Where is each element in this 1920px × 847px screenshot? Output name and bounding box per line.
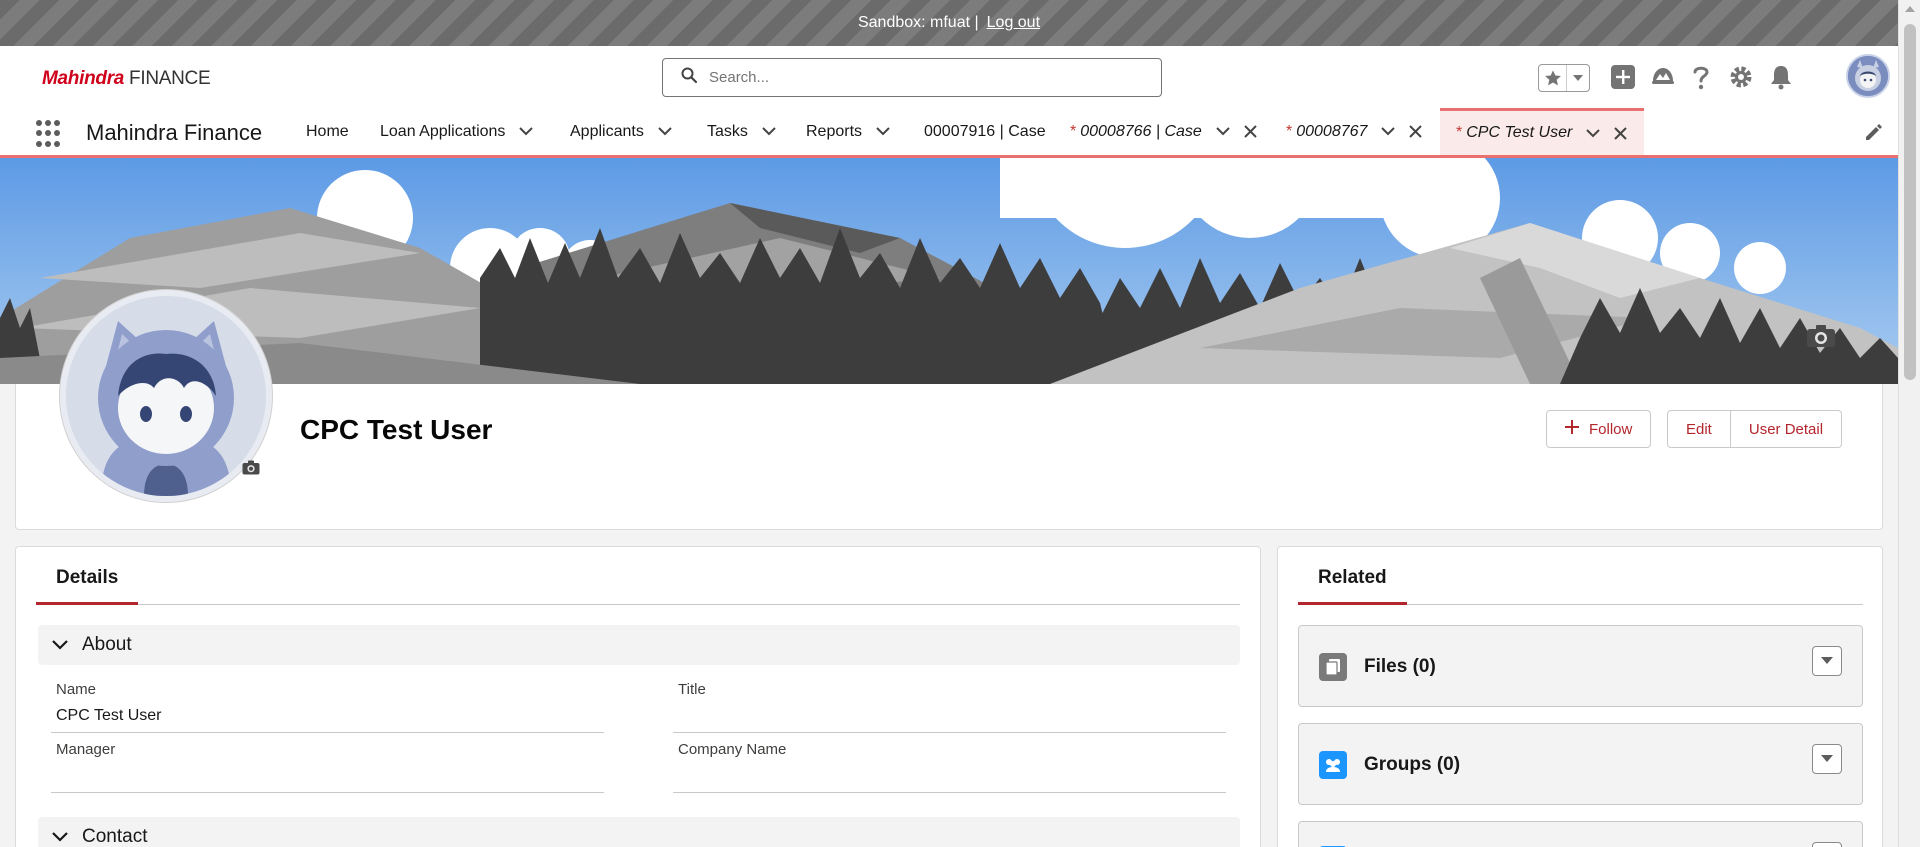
related-list-next (1298, 821, 1863, 847)
global-search[interactable] (662, 58, 1162, 97)
files-icon (1319, 653, 1347, 681)
favorites-dropdown-icon[interactable] (1567, 65, 1589, 91)
search-icon (681, 67, 698, 88)
user-avatar-icon[interactable] (1846, 54, 1890, 98)
chevron-down-icon[interactable] (1216, 125, 1230, 139)
section-contact[interactable]: Contact (38, 817, 1240, 847)
related-list-title[interactable]: Groups (0) (1364, 754, 1460, 776)
related-list-menu-button[interactable] (1812, 744, 1842, 774)
related-list-menu-button[interactable] (1812, 842, 1842, 847)
workspace-tab-case-00008766[interactable]: * 00008766 | Case (1070, 108, 1258, 155)
plus-icon (1565, 420, 1579, 438)
profile-name: CPC Test User (300, 414, 493, 445)
banner-camera-icon[interactable] (1806, 324, 1836, 348)
scroll-up-icon[interactable] (1905, 6, 1915, 12)
favorites-button[interactable] (1538, 64, 1590, 92)
nav-item-reports[interactable]: Reports (806, 108, 890, 155)
related-list-menu-button[interactable] (1812, 646, 1842, 676)
field-name: Name CPC Test User (51, 677, 604, 733)
field-title: Title (673, 677, 1226, 733)
profile-avatar (60, 290, 272, 502)
global-header: Mahindra FINANCE (0, 46, 1898, 108)
trailhead-icon[interactable] (1648, 62, 1678, 92)
user-detail-button[interactable]: User Detail (1730, 410, 1843, 448)
chevron-down-icon[interactable] (658, 125, 672, 139)
setup-gear-icon[interactable] (1726, 62, 1756, 92)
page-scrollbar[interactable] (1898, 0, 1920, 847)
profile-header-card (15, 384, 1883, 530)
details-tab-strip: Details (36, 547, 1240, 605)
groups-icon (1319, 751, 1347, 779)
close-icon[interactable] (1614, 126, 1628, 140)
chevron-down-icon[interactable] (1586, 126, 1601, 140)
section-about[interactable]: About (38, 625, 1240, 665)
sandbox-bar: Sandbox: mfuat | Log out (0, 0, 1898, 46)
app-nav-bar: Mahindra Finance Home Loan Applications … (0, 108, 1898, 158)
related-panel: Related Files (0) Groups (0) (1277, 546, 1883, 847)
scrollbar-thumb[interactable] (1904, 24, 1916, 380)
profile-actions: Edit User Detail (1667, 410, 1843, 448)
field-company-name: Company Name (673, 737, 1226, 793)
nav-item-case-00007916[interactable]: 00007916 | Case (924, 108, 1046, 155)
close-icon[interactable] (1244, 125, 1258, 139)
nav-item-applicants[interactable]: Applicants (570, 108, 672, 155)
chevron-down-icon[interactable] (876, 125, 890, 139)
chevron-down-icon[interactable] (762, 125, 776, 139)
related-list-groups: Groups (0) (1298, 723, 1863, 805)
help-icon[interactable] (1686, 62, 1716, 92)
chevron-down-icon[interactable] (1381, 125, 1396, 139)
company-logo[interactable]: Mahindra FINANCE (42, 68, 211, 90)
chevron-down-icon (52, 634, 68, 656)
nav-item-home[interactable]: Home (306, 108, 349, 155)
app-launcher-icon[interactable] (36, 120, 64, 148)
nav-item-tasks[interactable]: Tasks (707, 108, 776, 155)
edit-nav-pencil-icon[interactable] (1864, 124, 1882, 142)
profile-banner-image (0, 158, 1898, 384)
chevron-down-icon (52, 826, 68, 847)
logout-link[interactable]: Log out (987, 14, 1040, 32)
avatar-camera-icon[interactable] (242, 460, 260, 476)
star-icon[interactable] (1539, 65, 1567, 91)
header-actions (1538, 54, 1898, 100)
details-panel: Details About Name CPC Test User Title M… (15, 546, 1261, 847)
related-tab-strip: Related (1298, 547, 1863, 605)
workspace-tab-00008767[interactable]: * 00008767 (1286, 108, 1423, 155)
workspace-tab-cpc-test-user[interactable]: * CPC Test User (1440, 108, 1645, 155)
edit-button[interactable]: Edit (1667, 410, 1731, 448)
related-list-files: Files (0) (1298, 625, 1863, 707)
chevron-down-icon[interactable] (519, 125, 534, 139)
close-icon[interactable] (1409, 125, 1423, 139)
notifications-bell-icon[interactable] (1766, 62, 1796, 92)
field-manager: Manager (51, 737, 604, 793)
follow-button[interactable]: Follow (1546, 410, 1652, 448)
sandbox-label: Sandbox: mfuat | (857, 14, 979, 31)
tab-related[interactable]: Related (1298, 567, 1407, 605)
related-list-title[interactable]: Files (0) (1364, 656, 1436, 678)
search-input[interactable] (709, 69, 1109, 86)
global-add-icon[interactable] (1608, 62, 1638, 92)
follow-button-group: Follow (1546, 410, 1652, 448)
app-name: Mahindra Finance (86, 120, 263, 145)
nav-item-loan-applications[interactable]: Loan Applications (380, 108, 534, 155)
tab-details[interactable]: Details (36, 567, 139, 605)
